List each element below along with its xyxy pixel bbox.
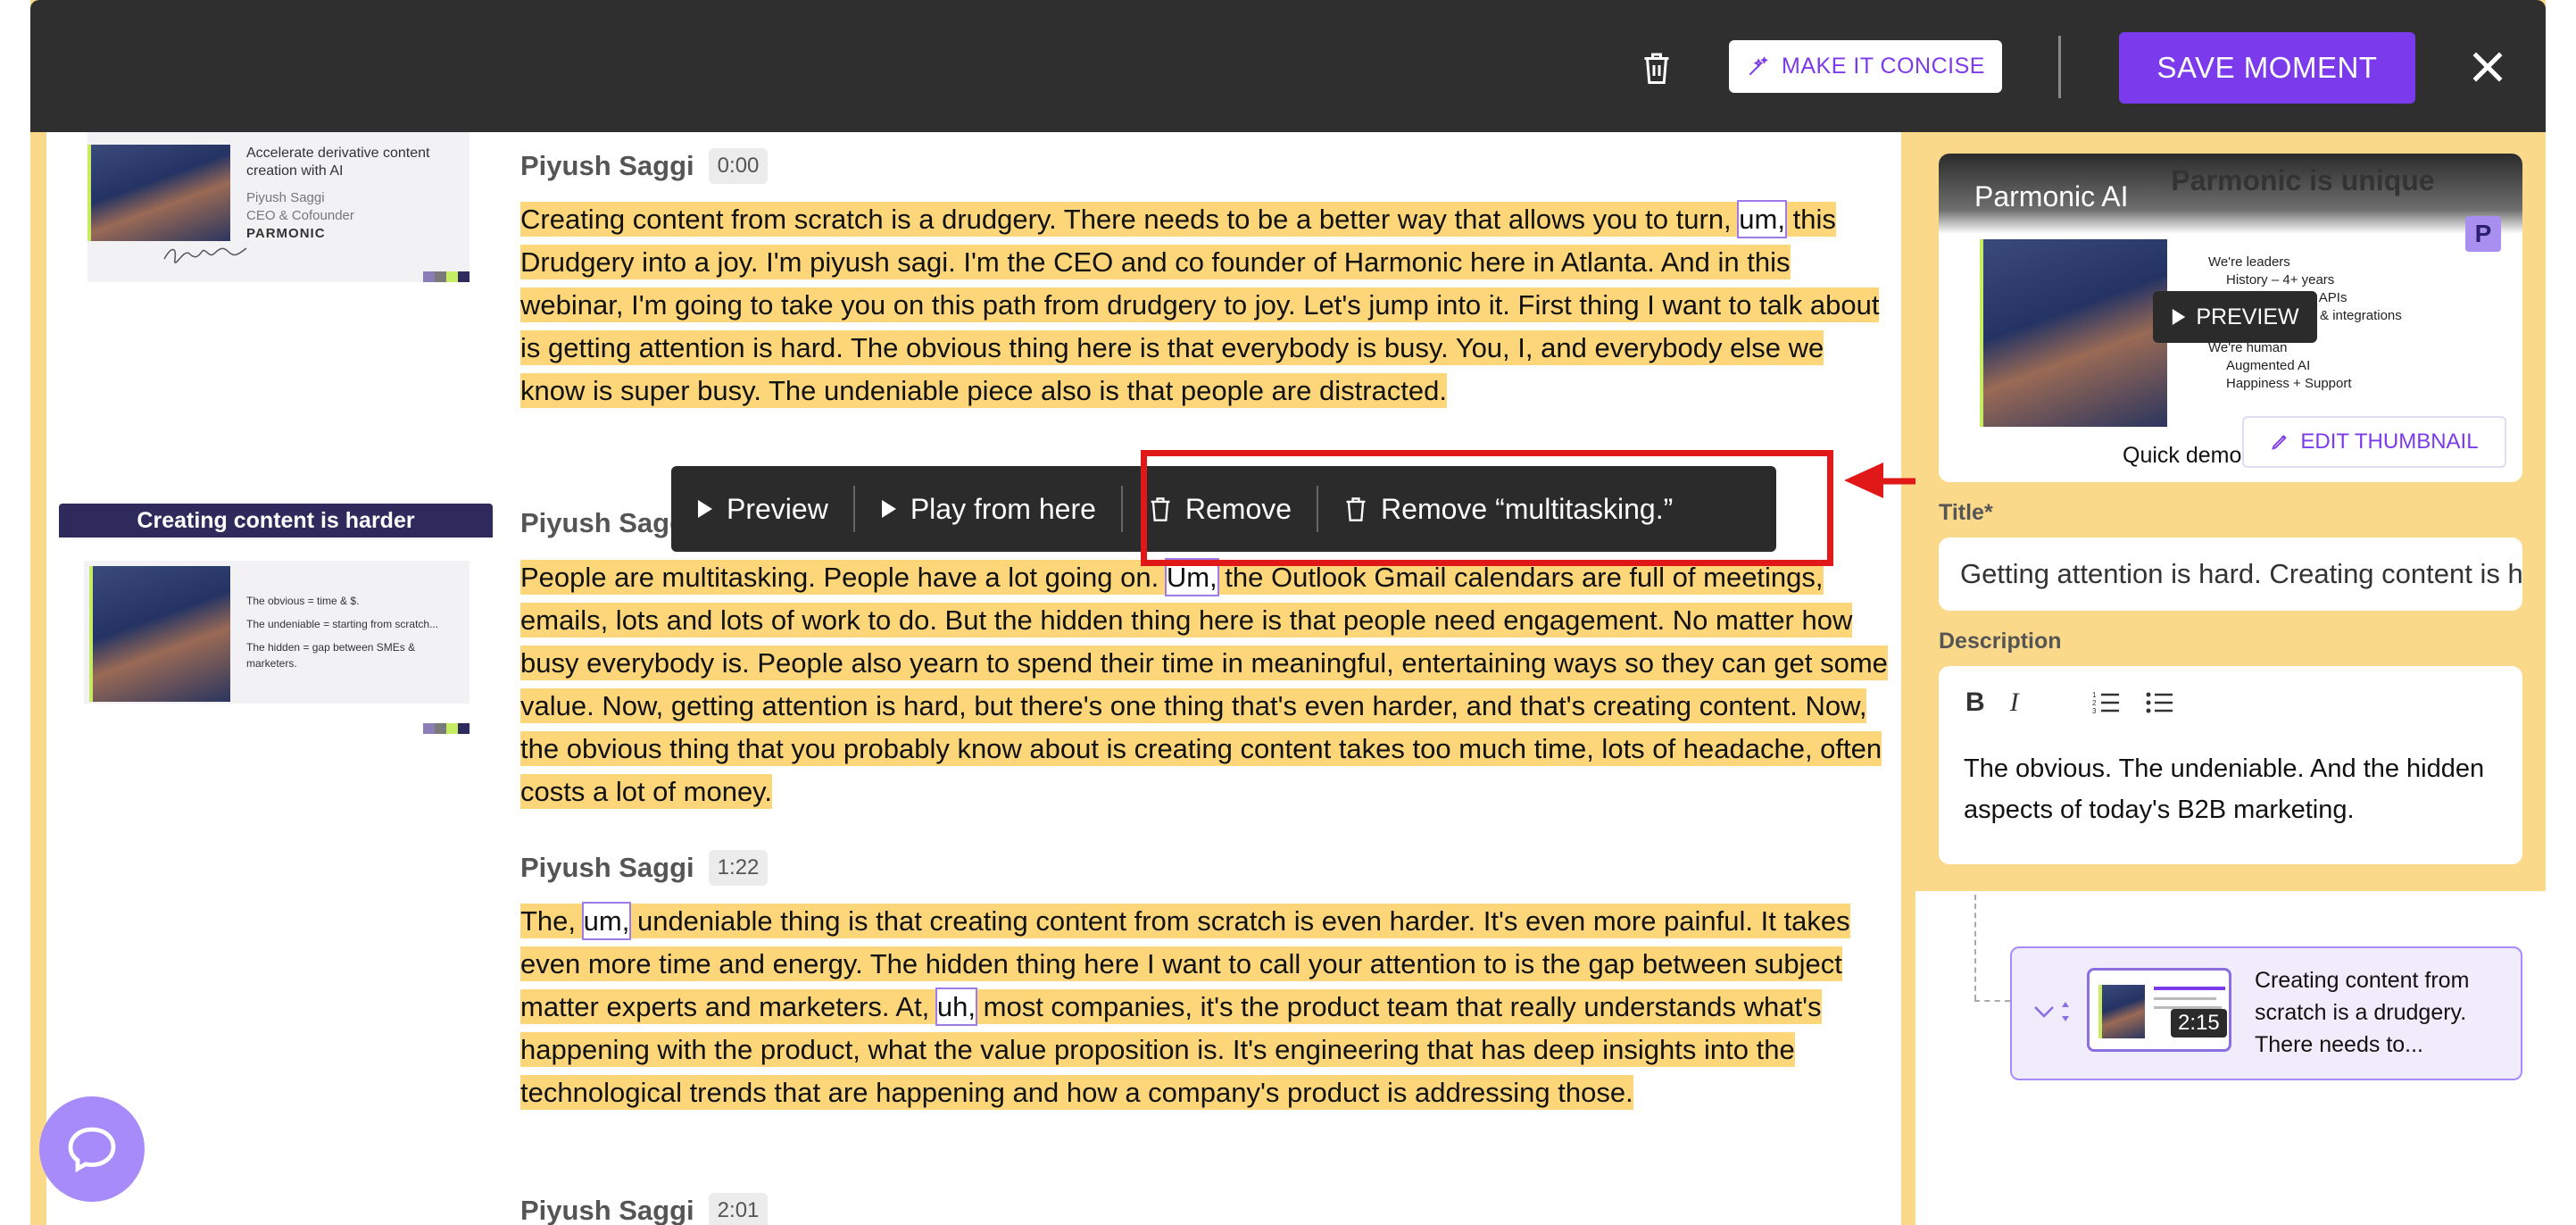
svg-text:3: 3 <box>2092 707 2097 715</box>
toolbar-divider <box>2058 36 2061 98</box>
edit-thumbnail-button[interactable]: EDIT THUMBNAIL <box>2242 416 2506 468</box>
chevron-down-icon <box>2034 1002 2069 1021</box>
speaker-header: Piyush Sagg <box>520 507 686 539</box>
clip-text: Creating content from scratch is a drudg… <box>2255 968 2470 1057</box>
transcript-segment[interactable]: People are multitasking. People have a l… <box>520 560 1167 595</box>
chat-support-button[interactable] <box>39 1096 145 1202</box>
slide-thumbnail-2-title: Creating content is harder <box>59 504 493 538</box>
play-icon <box>2173 309 2186 325</box>
speaker-name: Piyush Saggi <box>520 852 694 883</box>
bold-icon[interactable]: B <box>1965 688 1985 718</box>
preview-menu-item[interactable]: Preview <box>671 466 853 552</box>
slide-thumbnail-2[interactable]: The obvious = time & $. The undeniable =… <box>84 561 469 704</box>
clip-duration: 2:15 <box>2171 1009 2227 1038</box>
transcript-paragraph[interactable]: People are multitasking. People have a l… <box>520 556 1895 813</box>
signature <box>162 241 252 266</box>
play-from-here-label: Play from here <box>910 492 1096 525</box>
mini-slide-lines <box>2154 987 2225 990</box>
clip-tree-line <box>1974 1000 2010 1002</box>
thumbnail-preview-button[interactable]: PREVIEW <box>2153 291 2317 343</box>
make-it-concise-label: MAKE IT CONCISE <box>1782 54 1985 79</box>
chat-bubble-icon <box>68 1127 116 1172</box>
title-label: Title* <box>1939 500 1993 525</box>
italic-icon[interactable]: I <box>2010 688 2019 718</box>
slide-2-text: The obvious = time & $. The undeniable =… <box>246 595 439 670</box>
ordered-list-icon[interactable]: 123 <box>2092 690 2121 715</box>
speaker-header: Piyush Saggi 1:22 <box>520 850 769 886</box>
description-label: Description <box>1939 629 2062 654</box>
speaker-name: Piyush Sagg <box>520 507 687 538</box>
speaker-name: Piyush Saggi <box>520 1195 694 1225</box>
close-icon[interactable] <box>2469 48 2506 86</box>
transcript-segment[interactable]: The, <box>520 904 584 938</box>
formatting-toolbar: B I 123 <box>1965 688 2174 718</box>
speaker-photo <box>2098 985 2145 1038</box>
slide-heading: Parmonic is unique <box>2171 164 2435 196</box>
title-input[interactable]: Getting attention is hard. Creating cont… <box>1939 538 2522 611</box>
speaker-photo <box>89 566 230 702</box>
filler-word[interactable]: um, <box>1737 200 1787 238</box>
transcript-paragraph[interactable]: The, um, undeniable thing is that creati… <box>520 900 1895 1114</box>
filler-word[interactable]: uh, <box>935 988 978 1026</box>
annotation-highlight-box <box>1141 450 1833 566</box>
save-moment-button[interactable]: SAVE MOMENT <box>2119 32 2415 104</box>
thumbnail-caption: Quick demo <box>2123 443 2242 468</box>
clip-card[interactable]: 2:15 Creating content from scratch is a … <box>2010 946 2522 1080</box>
slide-2-color-dots <box>423 723 469 734</box>
play-icon <box>698 500 712 518</box>
speaker-photo <box>87 145 230 241</box>
make-it-concise-button[interactable]: MAKE IT CONCISE <box>1729 40 2002 93</box>
transcript-paragraph[interactable]: Creating content from scratch is a drudg… <box>520 198 1895 412</box>
transcript-segment[interactable]: the Outlook Gmail calendars are full of … <box>520 560 1888 809</box>
svg-text:1: 1 <box>2092 691 2097 699</box>
preview-label: Preview <box>727 492 828 525</box>
speaker-header: Piyush Saggi 0:00 <box>520 148 769 184</box>
clip-tree-line <box>1974 895 1976 1000</box>
reorder-control[interactable] <box>2033 998 2073 1031</box>
timestamp[interactable]: 0:00 <box>708 148 769 184</box>
slide-1-text: Accelerate derivative content creation w… <box>246 146 430 241</box>
slide-1-color-dots <box>423 271 469 282</box>
play-from-here-menu-item[interactable]: Play from here <box>855 466 1121 552</box>
transcript-segment[interactable]: Creating content from scratch is a drudg… <box>520 202 1740 237</box>
description-text: The obvious. The undeniable. And the hid… <box>1964 754 2485 824</box>
edit-thumbnail-label: EDIT THUMBNAIL <box>2300 429 2479 454</box>
mini-slide-lines <box>2154 997 2216 1000</box>
speaker-video-frame <box>1980 239 2167 427</box>
trash-icon[interactable] <box>1641 50 1673 86</box>
speaker-header: Piyush Saggi 2:01 <box>520 1193 769 1225</box>
speaker-name: Piyush Saggi <box>520 150 694 181</box>
timestamp[interactable]: 2:01 <box>708 1193 769 1225</box>
description-editor[interactable]: B I 123 The obvious. The undeniable. And… <box>1939 666 2522 864</box>
timestamp[interactable]: 1:22 <box>708 850 769 886</box>
play-icon <box>881 500 896 518</box>
thumbnail-preview-label: PREVIEW <box>2196 304 2299 329</box>
svg-text:2: 2 <box>2092 699 2097 707</box>
filler-word[interactable]: um, <box>581 902 632 940</box>
pencil-icon <box>2272 435 2288 450</box>
bullet-list-icon[interactable] <box>2146 690 2174 715</box>
parmonic-logo: P <box>2465 216 2501 252</box>
slide-thumbnail-1[interactable]: Accelerate derivative content creation w… <box>87 132 469 282</box>
magic-icon <box>1749 55 1768 75</box>
